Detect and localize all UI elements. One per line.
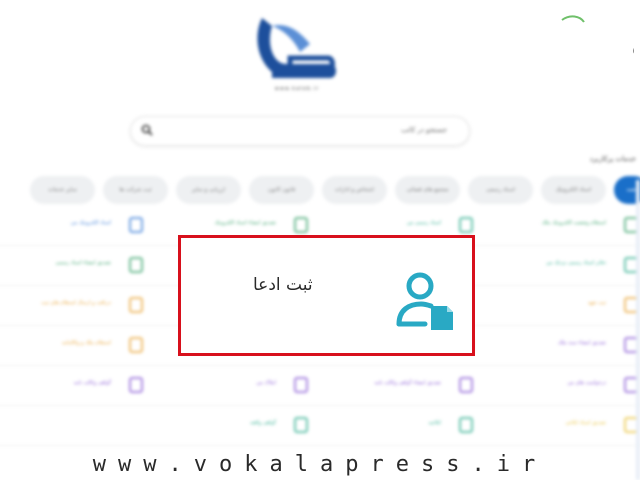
service-item[interactable]: دفاتر اسناد رسمی نزدیک من xyxy=(485,246,640,286)
category-tabs: همه اسناد الکترونیک اسناد رسمی مجتمع های… xyxy=(30,176,640,204)
service-icon xyxy=(294,417,308,433)
service-item[interactable]: تصدیق امضاء سند ملک xyxy=(485,326,640,366)
search-input[interactable]: جستجو در کاتب xyxy=(130,116,470,146)
service-item[interactable]: ثبت تعهد xyxy=(485,286,640,326)
service-label: ابلاغیه xyxy=(428,420,441,426)
person-document-icon xyxy=(396,272,453,330)
file-claim-label: ثبت ادعا xyxy=(253,275,313,295)
service-icon xyxy=(129,257,143,273)
service-item[interactable]: اسناد الکترونیک من xyxy=(0,206,155,246)
tab-official-docs[interactable]: اسناد رسمی xyxy=(468,176,533,204)
service-icon xyxy=(129,297,143,313)
service-label: تصدیق امضاء اسناد رسمی xyxy=(55,260,111,266)
svg-text:وکلا پرس: وکلا پرس xyxy=(632,21,634,56)
tab-other-services[interactable]: سایر خدمات xyxy=(30,176,95,204)
service-icon xyxy=(294,217,308,233)
service-icon xyxy=(129,377,143,393)
tab-law[interactable]: قانون کانون xyxy=(249,176,314,204)
service-label: استعلام ملک و وکالتنامه xyxy=(61,340,111,346)
service-label: استعلام وضعیت الکترونیک ملک xyxy=(541,220,606,226)
service-item[interactable]: ابلاغیه xyxy=(320,406,485,446)
service-item[interactable]: درخواست های من xyxy=(485,366,640,406)
service-label: دریافت و ارسال استعلام های ثبت xyxy=(41,300,111,306)
tab-company-registration[interactable]: ثبت شرکت ها xyxy=(103,176,168,204)
tab-judicial[interactable]: مجتمع های قضائی xyxy=(395,176,460,204)
service-icon xyxy=(129,337,143,353)
service-item[interactable] xyxy=(0,406,155,446)
service-icon xyxy=(459,377,473,393)
tab-persons[interactable]: اشخاص و ادارات xyxy=(322,176,387,204)
watermark-url: www.vokalapress.ir xyxy=(92,452,548,477)
logo-url: www.kateb.ir xyxy=(274,86,320,92)
service-label: تصدیق امضاء سند ملک xyxy=(557,340,606,346)
service-icon xyxy=(459,417,473,433)
file-claim-card[interactable]: ثبت ادعا xyxy=(178,235,475,356)
service-item[interactable]: املاک من xyxy=(155,366,320,406)
service-label: تصدیق اسناد ابلاغی xyxy=(565,420,606,426)
service-label: اسناد الکترونیک من xyxy=(70,220,111,226)
edge-strip xyxy=(636,180,640,480)
service-item[interactable]: دریافت و ارسال استعلام های ثبت xyxy=(0,286,155,326)
service-label: گواهی واقعه xyxy=(249,420,276,426)
service-item[interactable]: تصدیق اسناد ابلاغی xyxy=(485,406,640,446)
kateb-logo xyxy=(257,18,336,78)
service-item[interactable]: تصدیق امضاء گواهی وکالت نامه xyxy=(320,366,485,406)
service-item[interactable]: گواهی وکالت نامه xyxy=(0,366,155,406)
tab-electronic-docs[interactable]: اسناد الکترونیک xyxy=(541,176,606,204)
search-placeholder: جستجو در کاتب xyxy=(400,126,447,134)
service-label: اسناد رسمی من xyxy=(406,220,441,226)
service-label: ثبت تعهد xyxy=(587,300,606,306)
service-item[interactable]: استعلام ملک و وکالتنامه xyxy=(0,326,155,366)
service-icon xyxy=(459,217,473,233)
service-item[interactable]: گواهی واقعه xyxy=(155,406,320,446)
service-label: گواهی وکالت نامه xyxy=(73,380,111,386)
tab-assessment[interactable]: ارزیابی و سایر xyxy=(176,176,241,204)
service-item[interactable]: تصدیق امضاء اسناد رسمی xyxy=(0,246,155,286)
service-item[interactable]: استعلام وضعیت الکترونیک ملک xyxy=(485,206,640,246)
service-label: تصدیق امضاء اسناد الکترونیک xyxy=(214,220,276,226)
service-label: درخواست های من xyxy=(567,380,606,386)
search-icon[interactable] xyxy=(141,124,153,136)
service-label: تصدیق امضاء گواهی وکالت نامه xyxy=(374,380,441,386)
section-title: خدمات پرکاربرد xyxy=(589,155,636,163)
service-icon xyxy=(129,217,143,233)
vokalapress-logo: وکلا پرس xyxy=(561,15,634,56)
service-label: املاک من xyxy=(256,380,276,386)
service-icon xyxy=(294,377,308,393)
service-label: دفاتر اسناد رسمی نزدیک من xyxy=(546,260,606,266)
